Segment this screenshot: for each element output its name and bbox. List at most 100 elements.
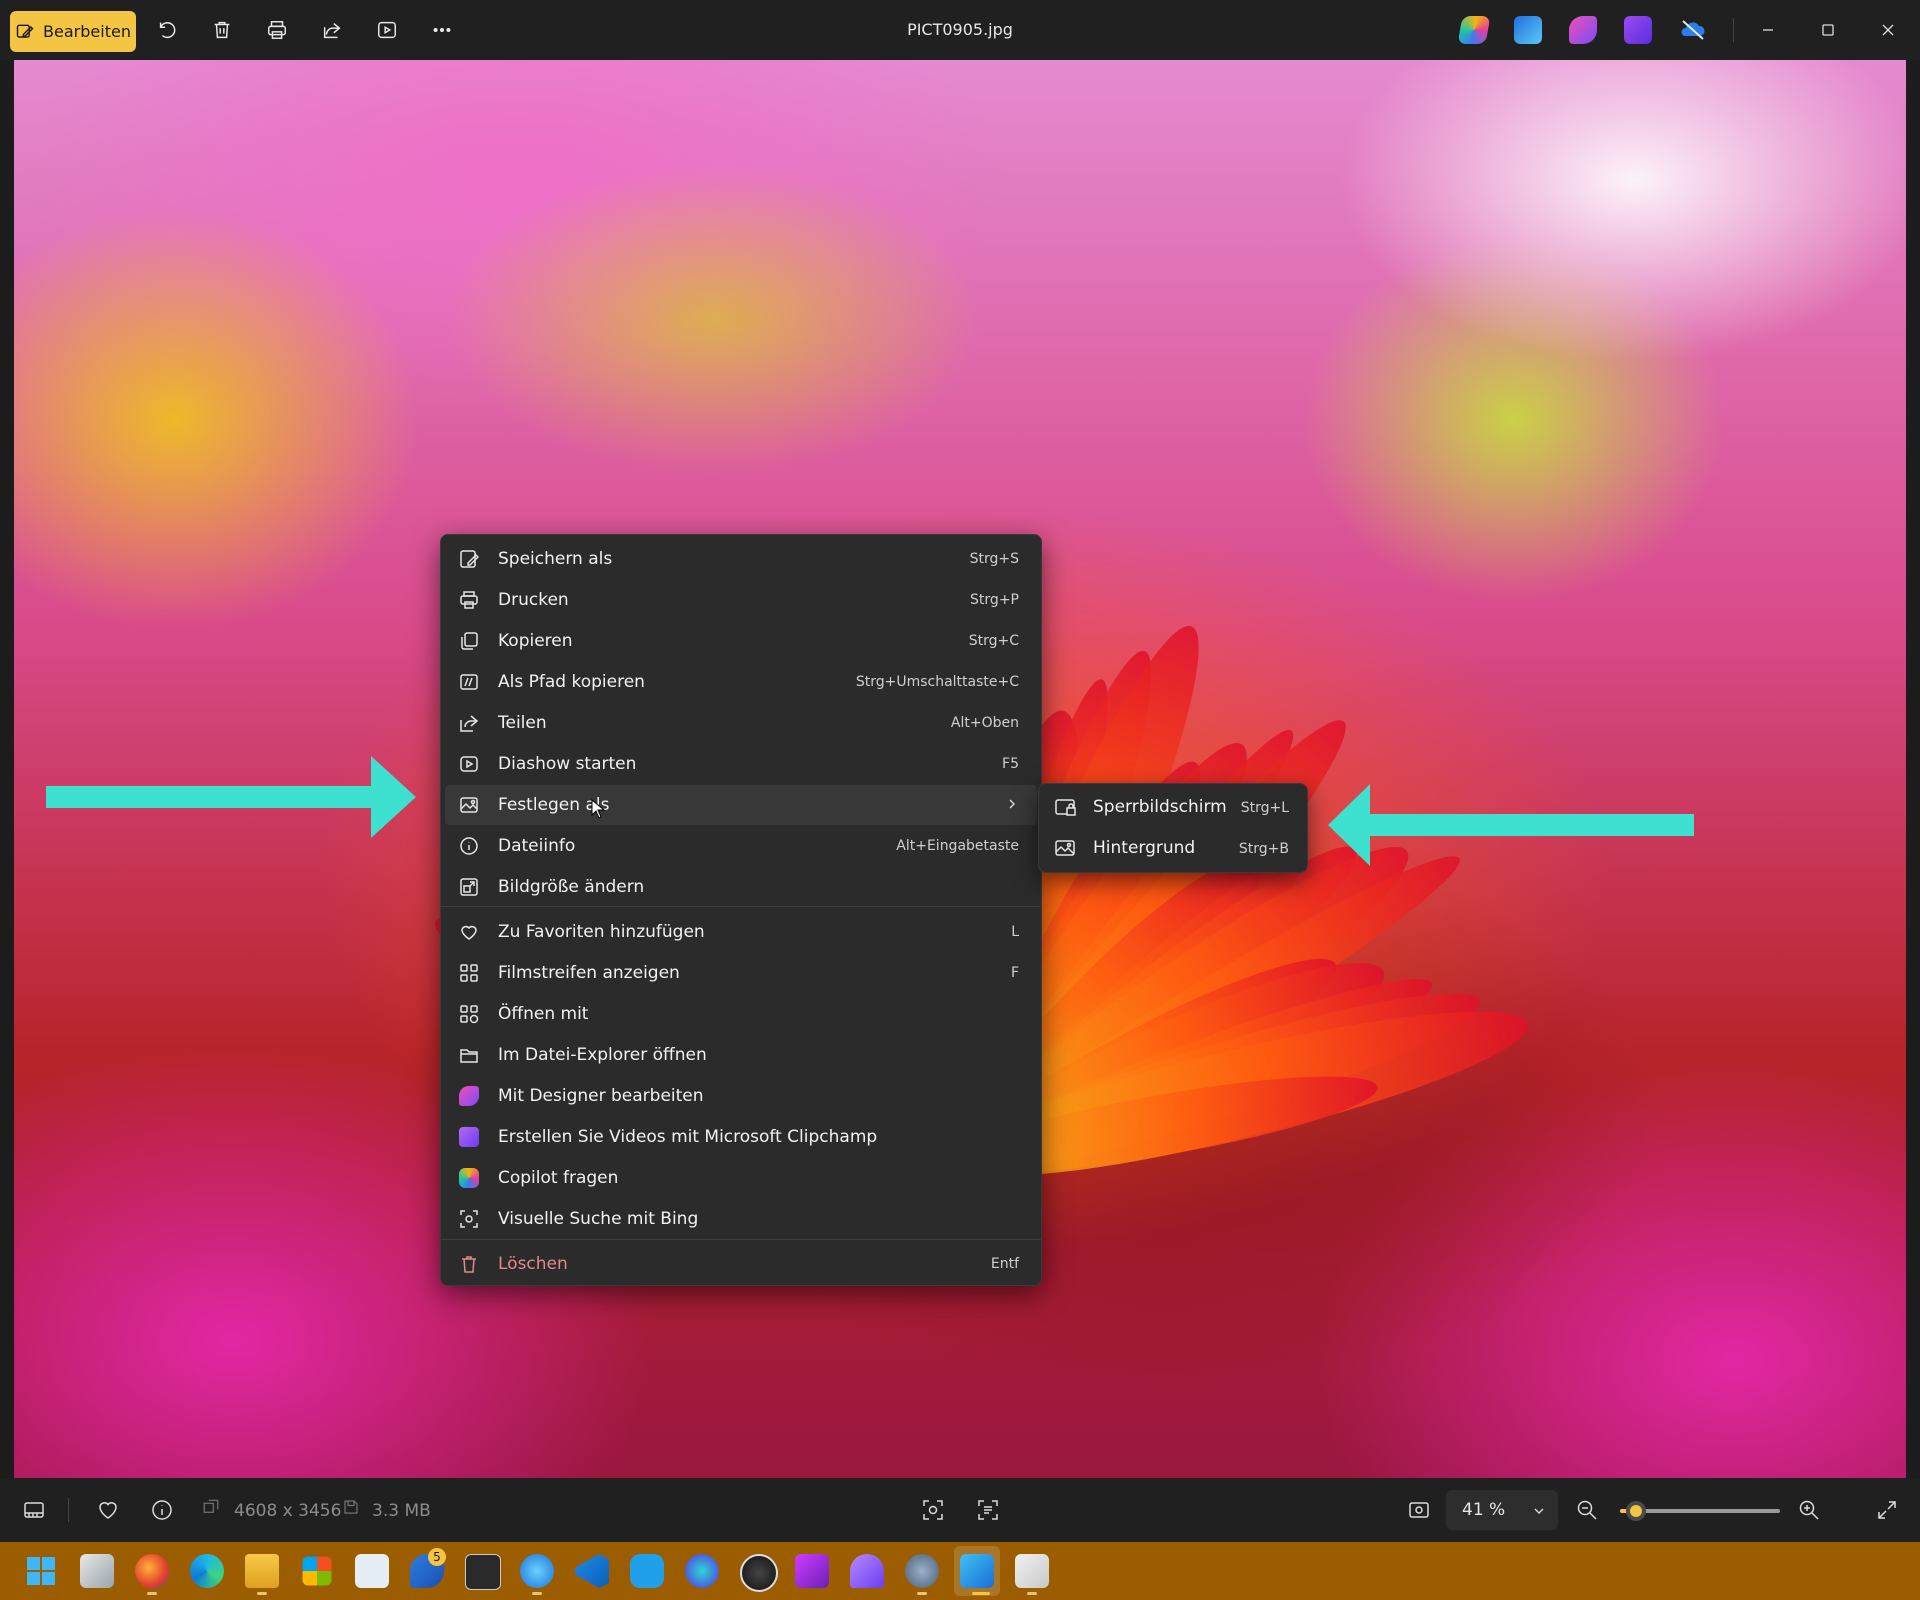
taskbar-running-indicator bbox=[257, 1592, 267, 1595]
rotate-button[interactable] bbox=[153, 16, 181, 44]
zoom-value: 41 % bbox=[1462, 1500, 1506, 1520]
cloud-off-icon bbox=[1681, 20, 1705, 40]
zoom-slider[interactable] bbox=[1620, 1501, 1780, 1521]
menu-item-copy-as-path[interactable]: Als Pfad kopieren Strg+Umschalttaste+C bbox=[445, 662, 1037, 702]
photos-app-window: Bearbeiten PICT0905.jpg Speichern als St… bbox=[0, 0, 1920, 1600]
menu-item-set-as[interactable]: Festlegen als bbox=[445, 785, 1037, 825]
slideshow-icon bbox=[460, 756, 478, 772]
fullscreen-button[interactable] bbox=[1875, 1498, 1899, 1522]
folder-icon bbox=[460, 1049, 478, 1063]
taskbar-app-sync[interactable] bbox=[630, 1554, 664, 1588]
fullscreen-icon bbox=[1878, 1501, 1896, 1519]
status-bar: 4608 x 3456 3.3 MB 41 % bbox=[0, 1478, 1920, 1542]
edit-image-icon bbox=[16, 24, 34, 38]
designer-icon[interactable] bbox=[1569, 16, 1597, 44]
menu-item-print[interactable]: Drucken Strg+P bbox=[445, 580, 1037, 620]
maximize-button[interactable] bbox=[1810, 14, 1846, 46]
submenu-item-shortcut: Strg+B bbox=[1238, 841, 1289, 857]
submenu-item-lock-screen[interactable]: Sperrbildschirm Strg+L bbox=[1043, 788, 1303, 828]
taskbar-task-view[interactable] bbox=[80, 1554, 114, 1588]
menu-item-add-to-favorites[interactable]: Zu Favoriten hinzufügen L bbox=[445, 912, 1037, 952]
submenu-item-shortcut: Strg+L bbox=[1240, 800, 1289, 816]
taskbar-affinity[interactable] bbox=[795, 1554, 829, 1588]
menu-item-ask-copilot[interactable]: Copilot fragen bbox=[445, 1158, 1037, 1198]
zoom-dropdown[interactable]: 41 % bbox=[1446, 1490, 1558, 1530]
windows-logo-icon bbox=[27, 1557, 55, 1585]
menu-item-save-as[interactable]: Speichern als Strg+S bbox=[445, 539, 1037, 579]
slideshow-button[interactable] bbox=[373, 16, 401, 44]
minimize-button[interactable] bbox=[1750, 14, 1786, 46]
taskbar-snipping-tool[interactable] bbox=[1015, 1554, 1049, 1588]
title-divider bbox=[1733, 18, 1734, 42]
menu-item-show-filmstrip[interactable]: Filmstreifen anzeigen F bbox=[445, 953, 1037, 993]
taskbar-settings[interactable] bbox=[905, 1554, 939, 1588]
notification-badge: 5 bbox=[428, 1548, 446, 1566]
status-divider bbox=[68, 1498, 69, 1522]
photos-edit-icon[interactable] bbox=[1514, 16, 1542, 44]
menu-item-file-info[interactable]: Dateiinfo Alt+Eingabetaste bbox=[445, 826, 1037, 866]
menu-item-share[interactable]: Teilen Alt+Oben bbox=[445, 703, 1037, 743]
menu-item-label: Visuelle Suche mit Bing bbox=[498, 1209, 699, 1229]
menu-item-shortcut: Entf bbox=[990, 1256, 1019, 1272]
save-as-icon bbox=[460, 550, 480, 568]
menu-item-start-slideshow[interactable]: Diashow starten F5 bbox=[445, 744, 1037, 784]
menu-item-label: Erstellen Sie Videos mit Microsoft Clipc… bbox=[498, 1127, 878, 1147]
taskbar-terminal[interactable] bbox=[465, 1554, 501, 1590]
file-info-button[interactable] bbox=[150, 1498, 174, 1522]
visual-search-button[interactable] bbox=[921, 1498, 945, 1522]
zoom-slider-thumb[interactable] bbox=[1626, 1501, 1646, 1521]
taskbar-photos[interactable] bbox=[960, 1554, 994, 1588]
onedrive-icon[interactable] bbox=[1679, 16, 1707, 44]
favorite-button[interactable] bbox=[96, 1498, 120, 1522]
text-recognition-button[interactable] bbox=[976, 1498, 1000, 1522]
close-button[interactable] bbox=[1870, 14, 1906, 46]
menu-item-clipchamp[interactable]: Erstellen Sie Videos mit Microsoft Clipc… bbox=[445, 1117, 1037, 1157]
taskbar-obs[interactable] bbox=[740, 1554, 778, 1592]
taskbar-firefox[interactable] bbox=[135, 1554, 169, 1588]
menu-item-shortcut: Alt+Oben bbox=[950, 715, 1019, 731]
menu-item-shortcut: F bbox=[1010, 965, 1019, 981]
zoom-in-button[interactable] bbox=[1797, 1498, 1821, 1522]
more-options-button[interactable] bbox=[428, 16, 456, 44]
menu-item-visual-search-bing[interactable]: Visuelle Suche mit Bing bbox=[445, 1199, 1037, 1239]
zoom-out-button[interactable] bbox=[1575, 1498, 1599, 1522]
printer-icon bbox=[268, 21, 286, 39]
taskbar-calendar[interactable] bbox=[355, 1554, 389, 1588]
menu-item-open-with[interactable]: Öffnen mit bbox=[445, 994, 1037, 1034]
menu-item-label: Copilot fragen bbox=[498, 1168, 619, 1188]
share-button[interactable] bbox=[318, 16, 346, 44]
menu-item-copy[interactable]: Kopieren Strg+C bbox=[445, 621, 1037, 661]
filmstrip-toggle-button[interactable] bbox=[22, 1498, 46, 1522]
menu-separator bbox=[441, 906, 1041, 907]
print-button[interactable] bbox=[263, 16, 291, 44]
menu-item-label: Drucken bbox=[498, 590, 569, 610]
edit-button[interactable]: Bearbeiten bbox=[10, 11, 136, 52]
menu-item-open-in-explorer[interactable]: Im Datei-Explorer öffnen bbox=[445, 1035, 1037, 1075]
copilot-icon[interactable] bbox=[1457, 16, 1491, 44]
taskbar-vscode[interactable] bbox=[575, 1554, 609, 1588]
mouse-pointer-icon bbox=[591, 799, 605, 819]
menu-item-label: Öffnen mit bbox=[498, 1004, 589, 1024]
delete-button[interactable] bbox=[208, 16, 236, 44]
clipchamp-icon[interactable] bbox=[1624, 16, 1652, 44]
annotation-arrow-left bbox=[1328, 784, 1694, 866]
taskbar-active-indicator bbox=[972, 1592, 990, 1595]
menu-item-resize-image[interactable]: Bildgröße ändern bbox=[445, 867, 1037, 907]
taskbar-canva[interactable] bbox=[685, 1554, 719, 1588]
submenu-item-label: Hintergrund bbox=[1093, 838, 1196, 858]
zoom-out-icon bbox=[1577, 1500, 1597, 1520]
taskbar-file-explorer[interactable] bbox=[245, 1554, 279, 1588]
menu-item-delete[interactable]: Löschen Entf bbox=[445, 1244, 1037, 1284]
file-size: 3.3 MB bbox=[372, 1501, 431, 1521]
taskbar-app-purple[interactable] bbox=[850, 1554, 884, 1588]
taskbar-app-blue[interactable] bbox=[520, 1554, 554, 1588]
menu-item-label: Als Pfad kopieren bbox=[498, 672, 645, 692]
taskbar-edge[interactable] bbox=[190, 1554, 224, 1588]
actual-size-button[interactable] bbox=[1407, 1498, 1431, 1522]
menu-item-edit-with-designer[interactable]: Mit Designer bearbeiten bbox=[445, 1076, 1037, 1116]
chevron-right-icon bbox=[1009, 799, 1015, 809]
submenu-item-label: Sperrbildschirm bbox=[1093, 797, 1227, 817]
taskbar-microsoft-store[interactable] bbox=[302, 1556, 332, 1586]
submenu-item-background[interactable]: Hintergrund Strg+B bbox=[1043, 829, 1303, 869]
start-button[interactable] bbox=[24, 1554, 58, 1588]
